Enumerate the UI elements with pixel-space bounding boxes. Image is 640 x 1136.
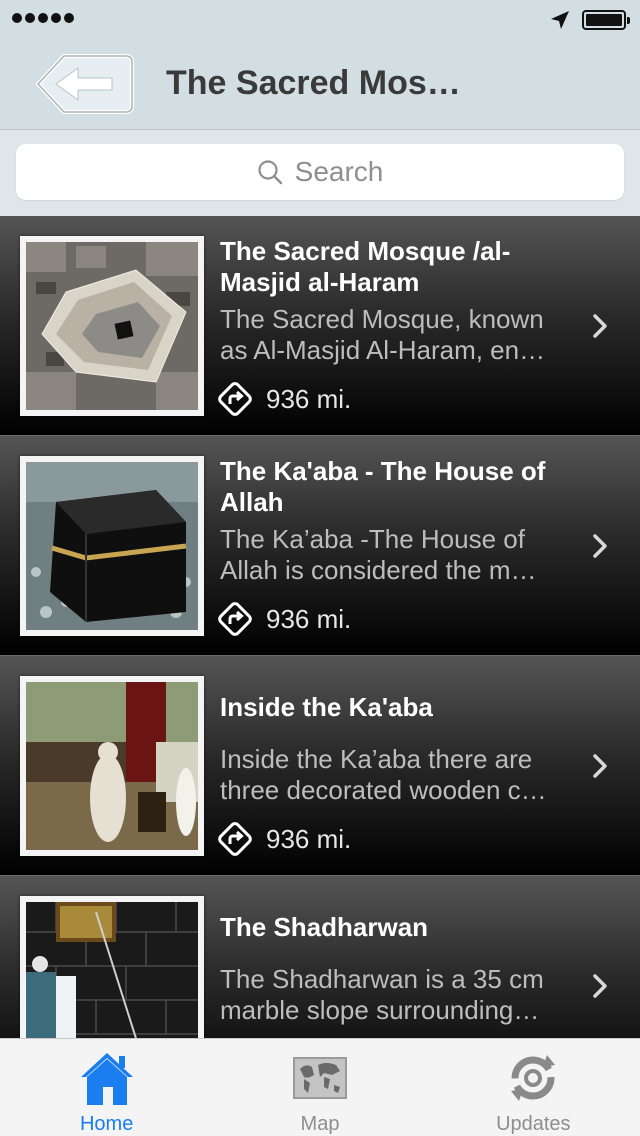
signal-strength-icon — [12, 13, 74, 23]
chevron-right-icon — [593, 974, 607, 998]
item-title: The Ka'aba - The House of Allah — [220, 456, 546, 517]
refresh-icon — [511, 1055, 556, 1101]
list-item[interactable]: Inside the Ka'aba Inside the Ka’aba ther… — [0, 656, 640, 876]
tab-label: Updates — [496, 1113, 571, 1135]
place-thumbnail — [20, 676, 204, 856]
item-title: The Sacred Mosque /al-Masjid al-Haram — [220, 236, 511, 297]
search-icon — [258, 160, 282, 185]
status-bar — [0, 0, 640, 40]
item-title: Inside the Ka'aba — [220, 692, 433, 722]
item-description: The Sacred Mosque, known as Al-Masjid Al… — [220, 304, 546, 365]
tab-label: Home — [79, 1113, 134, 1135]
back-button[interactable] — [34, 52, 136, 116]
item-description: The Ka’aba -The House of Allah is consid… — [220, 524, 537, 585]
chevron-right-icon — [593, 314, 607, 338]
item-description: The Shadharwan is a 35 cm marble slope s… — [220, 964, 544, 1025]
map-icon — [292, 1057, 347, 1099]
chevron-right-icon — [593, 534, 607, 558]
page-title: The Sacred Mos… — [166, 64, 461, 102]
list-item[interactable]: The Ka'aba - The House of Allah The Ka’a… — [0, 436, 640, 656]
place-thumbnail — [20, 236, 204, 416]
directions-icon — [218, 602, 252, 636]
navigation-bar: The Sacred Mos… — [0, 0, 640, 130]
search-bar: Search — [0, 130, 640, 216]
item-distance: 936 mi. — [216, 600, 351, 638]
tab-label: Map — [300, 1113, 340, 1135]
search-input[interactable]: Search — [16, 144, 624, 200]
list-item[interactable]: The Shadharwan The Shadharwan is a 35 cm… — [0, 876, 640, 1038]
search-placeholder: Search — [294, 156, 384, 187]
item-distance: 936 mi. — [216, 820, 351, 858]
battery-icon — [582, 10, 630, 30]
item-distance: 936 mi. — [216, 380, 351, 418]
item-description: Inside the Ka’aba there are three decora… — [220, 744, 547, 805]
chevron-right-icon — [593, 754, 607, 778]
directions-icon — [218, 382, 252, 416]
location-arrow-icon — [551, 11, 569, 29]
item-title: The Shadharwan — [220, 912, 429, 942]
tab-updates[interactable]: Updates — [427, 1039, 640, 1136]
tab-home[interactable]: Home — [0, 1039, 213, 1136]
directions-icon — [218, 822, 252, 856]
place-list[interactable]: The Sacred Mosque /al-Masjid al-Haram Th… — [0, 216, 640, 1038]
tab-bar: Home Map Updates — [0, 1038, 640, 1136]
list-item[interactable]: The Sacred Mosque /al-Masjid al-Haram Th… — [0, 216, 640, 436]
place-thumbnail — [20, 896, 204, 1038]
tab-map[interactable]: Map — [213, 1039, 426, 1136]
home-icon — [80, 1053, 133, 1105]
place-thumbnail — [20, 456, 204, 636]
